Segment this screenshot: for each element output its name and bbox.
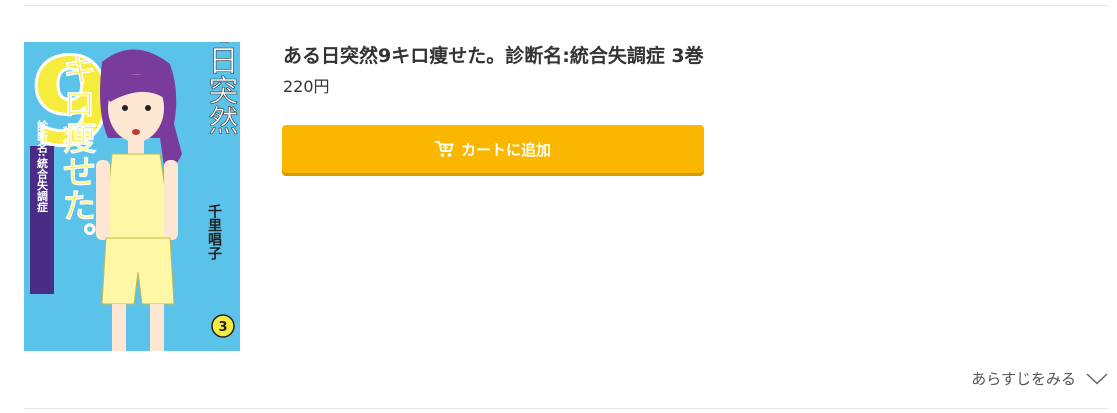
top-divider (24, 5, 1108, 6)
cover-subtitle: 診断名:統合失調症 (36, 118, 49, 212)
add-to-cart-button[interactable]: カートに追加 (282, 125, 704, 173)
cover-title-right: ある日突然 (203, 42, 238, 135)
cover-volume: 3 (218, 320, 227, 335)
cover-author: 千里唱子 (206, 203, 222, 261)
bottom-divider (24, 408, 1108, 409)
product-title[interactable]: ある日突然9キロ痩せた。診断名:統合失調症 3巻 (283, 42, 704, 70)
add-to-cart-label: カートに追加 (460, 140, 551, 159)
cover-title-left: キロ痩せた。 (56, 52, 96, 256)
book-cover[interactable]: 9 診断名:統合失調症 キロ痩せた。 ある日突然 千里唱子 3 (24, 42, 240, 351)
product-price: 220円 (283, 77, 330, 96)
synopsis-toggle[interactable]: あらすじをみる (971, 368, 1108, 389)
chevron-down-icon (1086, 372, 1108, 385)
cart-icon (434, 140, 455, 158)
synopsis-label: あらすじをみる (971, 370, 1076, 388)
